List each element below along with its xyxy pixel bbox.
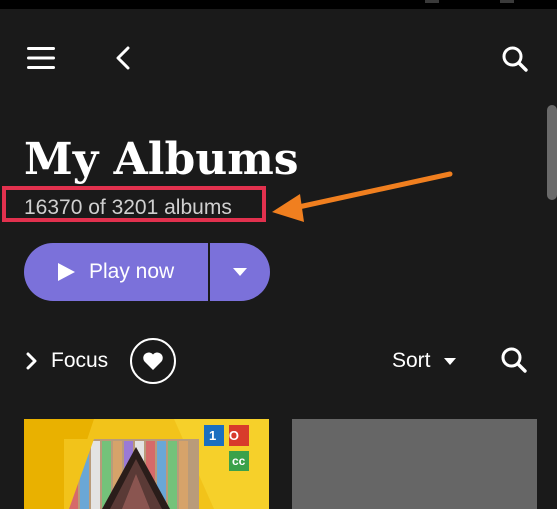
scrollbar-thumb[interactable] <box>547 105 557 200</box>
play-now-label: Play now <box>89 260 175 283</box>
search-icon[interactable] <box>500 44 530 74</box>
page-title: My Albums <box>24 134 299 185</box>
caret-down-icon <box>233 268 247 276</box>
album-tile[interactable] <box>292 419 537 509</box>
chevron-right-icon <box>26 352 37 370</box>
focus-label: Focus <box>51 349 109 372</box>
status-indicator <box>500 0 514 3</box>
sort-label: Sort <box>392 349 431 372</box>
album-badge-top: 1 O <box>209 428 239 443</box>
play-icon <box>58 263 75 281</box>
play-button-group: Play now <box>24 243 270 301</box>
album-badge-bottom: cc <box>232 454 246 468</box>
annotation-highlight-box <box>2 186 266 222</box>
hamburger-menu-icon[interactable] <box>27 44 55 72</box>
status-indicator <box>425 0 439 3</box>
favorites-filter-button[interactable] <box>130 338 176 384</box>
caret-down-icon <box>444 358 456 365</box>
album-tile[interactable]: 1 O cc <box>24 419 269 509</box>
status-bar <box>0 0 557 9</box>
back-chevron-icon[interactable] <box>112 44 136 72</box>
search-albums-icon[interactable] <box>499 345 529 375</box>
play-options-dropdown-button[interactable] <box>210 243 270 301</box>
annotation-arrow <box>272 171 453 222</box>
play-now-button[interactable]: Play now <box>24 243 208 301</box>
heart-icon <box>143 352 163 370</box>
